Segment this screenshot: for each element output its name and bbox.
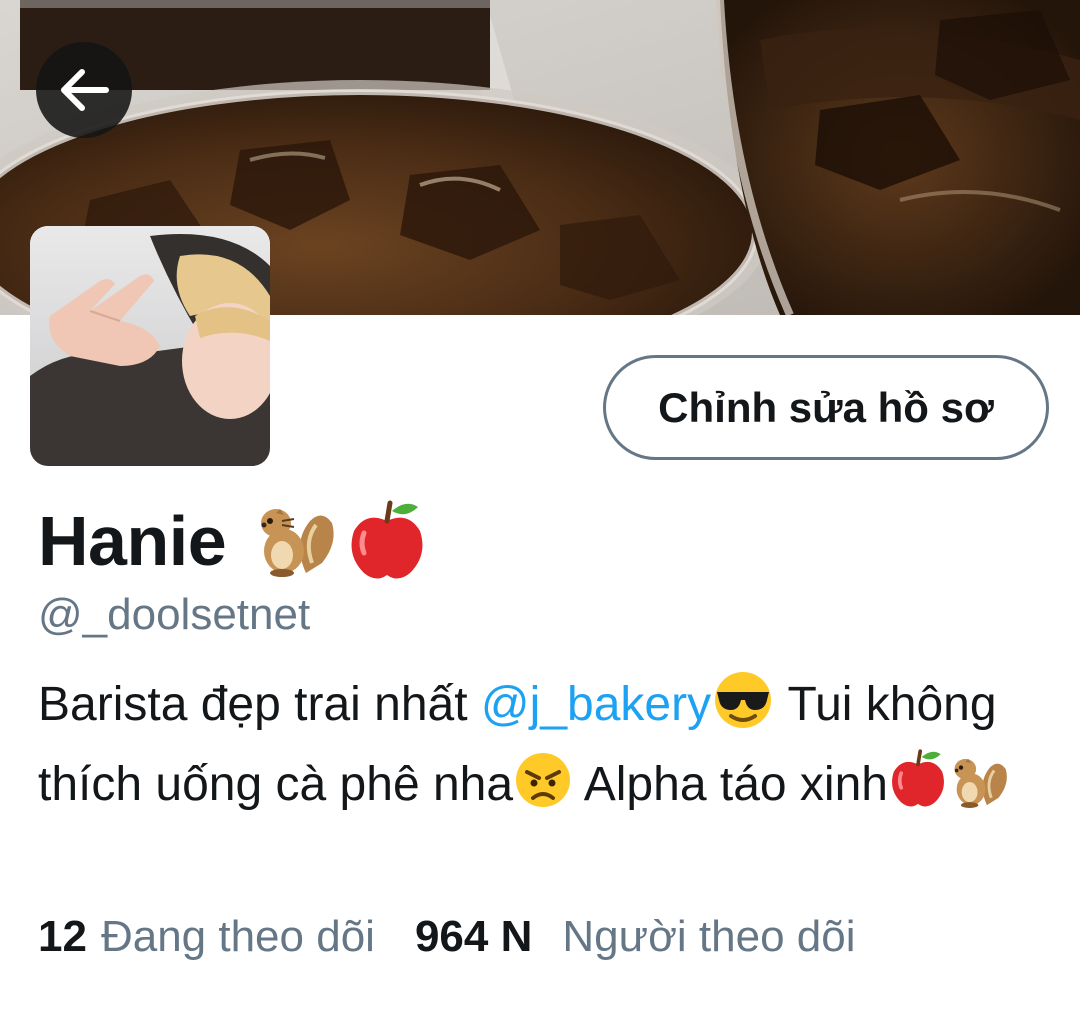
avatar-photo xyxy=(30,226,270,466)
following-count: 12 xyxy=(38,912,87,961)
sunglasses-emoji-icon xyxy=(711,670,775,748)
back-button[interactable] xyxy=(36,42,132,138)
user-handle: @_doolsetnet xyxy=(38,590,311,639)
edit-profile-label: Chỉnh sửa hồ sơ xyxy=(658,383,994,431)
name-emojis xyxy=(252,499,428,583)
display-name-row: Hanie xyxy=(38,498,428,584)
red-apple-emoji-icon xyxy=(888,748,948,828)
angry-face-emoji-icon xyxy=(513,750,573,828)
chipmunk-emoji-icon xyxy=(948,754,1010,828)
chipmunk-emoji-icon xyxy=(261,509,334,577)
follow-stats: 12 Đang theo dõi 964 N Người theo dõi xyxy=(38,912,856,962)
followers-count: 964 N xyxy=(414,912,533,961)
bio-mention-link[interactable]: @j_bakery xyxy=(481,678,711,731)
avatar[interactable] xyxy=(30,226,270,466)
bio-text-part1: Barista đẹp trai nhất xyxy=(38,678,481,731)
bio-text-part3: Alpha táo xinh xyxy=(573,758,888,811)
followers-stat-link[interactable]: 964 N Người theo dõi xyxy=(415,912,856,962)
display-name: Hanie xyxy=(38,502,227,580)
edit-profile-button[interactable]: Chỉnh sửa hồ sơ xyxy=(603,355,1049,460)
arrow-left-icon xyxy=(61,69,109,111)
profile-page: Chỉnh sửa hồ sơ Hanie @_doolsetnet Baris… xyxy=(0,0,1080,1018)
following-stat-link[interactable]: 12 Đang theo dõi xyxy=(38,912,375,962)
profile-bio: Barista đẹp trai nhất @j_bakery Tui khôn… xyxy=(38,670,1048,828)
followers-label: Người theo dõi xyxy=(562,912,856,961)
following-label: Đang theo dõi xyxy=(100,912,375,961)
red-apple-emoji-icon xyxy=(351,500,423,579)
